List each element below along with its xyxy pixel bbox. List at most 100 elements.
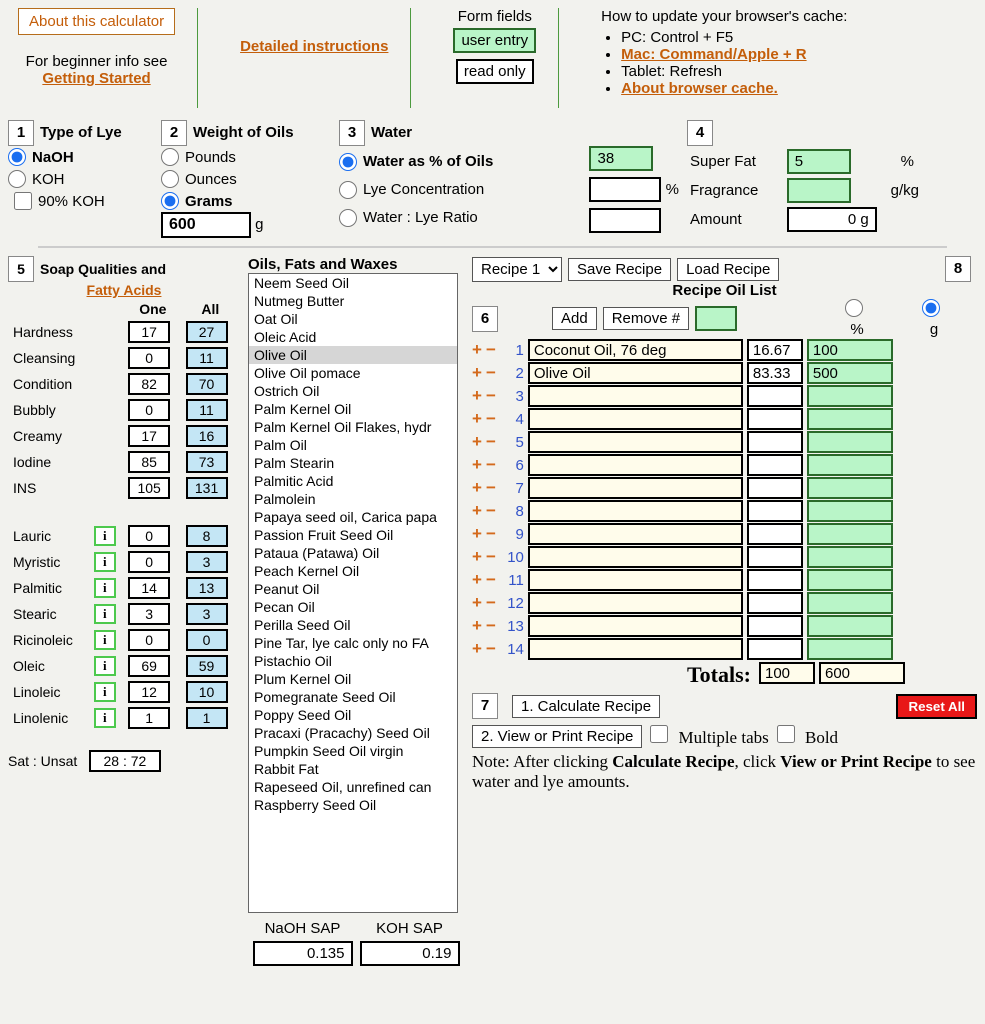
oil-option[interactable]: Peach Kernel Oil (249, 562, 457, 580)
recipe-grams-input[interactable] (807, 546, 893, 568)
fragrance-input[interactable] (787, 178, 851, 203)
water-pct-radio[interactable] (339, 153, 357, 171)
remove-row-icon[interactable]: − (486, 501, 496, 521)
lye-conc-input[interactable] (589, 177, 661, 202)
add-row-icon[interactable]: + (472, 409, 482, 429)
recipe-grams-input[interactable] (807, 500, 893, 522)
grams-radio[interactable] (161, 192, 179, 210)
detailed-instructions-link[interactable]: Detailed instructions (240, 38, 388, 55)
superfat-input[interactable] (787, 149, 851, 174)
remove-row-icon[interactable]: − (486, 363, 496, 383)
remove-row-icon[interactable]: − (486, 386, 496, 406)
bold-checkbox[interactable] (777, 725, 795, 743)
add-row-icon[interactable]: + (472, 639, 482, 659)
water-lye-ratio-input[interactable] (589, 208, 661, 233)
oil-option[interactable]: Oat Oil (249, 310, 457, 328)
about-calculator-button[interactable]: About this calculator (18, 8, 175, 35)
remove-row-icon[interactable]: − (486, 455, 496, 475)
oil-option[interactable]: Palmolein (249, 490, 457, 508)
remove-row-icon[interactable]: − (486, 524, 496, 544)
oils-weight-input[interactable] (161, 212, 251, 238)
add-row-icon[interactable]: + (472, 524, 482, 544)
recipe-oil-name-input[interactable] (528, 339, 743, 361)
info-icon[interactable]: i (94, 682, 116, 702)
add-row-icon[interactable]: + (472, 432, 482, 452)
remove-row-icon[interactable]: − (486, 478, 496, 498)
info-icon[interactable]: i (94, 578, 116, 598)
info-icon[interactable]: i (94, 526, 116, 546)
recipe-select[interactable]: Recipe 1 (472, 257, 562, 282)
recipe-oil-name-input[interactable] (528, 638, 743, 660)
oil-option[interactable]: Rabbit Fat (249, 760, 457, 778)
recipe-oil-name-input[interactable] (528, 408, 743, 430)
recipe-oil-name-input[interactable] (528, 385, 743, 407)
info-icon[interactable]: i (94, 604, 116, 624)
remove-row-icon[interactable]: − (486, 570, 496, 590)
recipe-pct-input[interactable] (747, 638, 803, 660)
remove-oil-button[interactable]: Remove # (603, 307, 689, 330)
calculate-recipe-button[interactable]: 1. Calculate Recipe (512, 695, 660, 718)
oil-option[interactable]: Palmitic Acid (249, 472, 457, 490)
oil-option[interactable]: Palm Kernel Oil Flakes, hydr (249, 418, 457, 436)
recipe-pct-input[interactable] (747, 615, 803, 637)
oils-listbox[interactable]: Neem Seed OilNutmeg ButterOat OilOleic A… (248, 273, 458, 913)
multiple-tabs-checkbox[interactable] (650, 725, 668, 743)
view-print-recipe-button[interactable]: 2. View or Print Recipe (472, 725, 642, 748)
recipe-grams-input[interactable] (807, 615, 893, 637)
recipe-oil-name-input[interactable] (528, 500, 743, 522)
recipe-grams-input[interactable] (807, 431, 893, 453)
recipe-oil-name-input[interactable] (528, 592, 743, 614)
fatty-acids-link[interactable]: Fatty Acids (87, 282, 162, 298)
info-icon[interactable]: i (94, 656, 116, 676)
save-recipe-button[interactable]: Save Recipe (568, 258, 671, 281)
remove-row-icon[interactable]: − (486, 340, 496, 360)
oil-option[interactable]: Pracaxi (Pracachy) Seed Oil (249, 724, 457, 742)
oil-option[interactable]: Olive Oil pomace (249, 364, 457, 382)
recipe-oil-name-input[interactable] (528, 454, 743, 476)
info-icon[interactable]: i (94, 708, 116, 728)
recipe-grams-input[interactable] (807, 408, 893, 430)
water-lye-ratio-radio[interactable] (339, 209, 357, 227)
oil-option[interactable]: Neem Seed Oil (249, 274, 457, 292)
recipe-grams-input[interactable] (807, 362, 893, 384)
oil-option[interactable]: Rapeseed Oil, unrefined can (249, 778, 457, 796)
info-icon[interactable]: i (94, 552, 116, 572)
recipe-pct-input[interactable] (747, 385, 803, 407)
oil-option[interactable]: Passion Fruit Seed Oil (249, 526, 457, 544)
oil-option[interactable]: Pine Tar, lye calc only no FA (249, 634, 457, 652)
reset-all-button[interactable]: Reset All (896, 694, 977, 719)
add-row-icon[interactable]: + (472, 340, 482, 360)
oil-option[interactable]: Palm Kernel Oil (249, 400, 457, 418)
recipe-grams-input[interactable] (807, 339, 893, 361)
oil-option[interactable]: Ostrich Oil (249, 382, 457, 400)
add-row-icon[interactable]: + (472, 455, 482, 475)
recipe-oil-name-input[interactable] (528, 477, 743, 499)
oil-option[interactable]: Palm Oil (249, 436, 457, 454)
recipe-pct-input[interactable] (747, 431, 803, 453)
recipe-pct-input[interactable] (747, 569, 803, 591)
oil-option[interactable]: Poppy Seed Oil (249, 706, 457, 724)
about-cache-link[interactable]: About browser cache. (621, 80, 778, 97)
recipe-oil-name-input[interactable] (528, 615, 743, 637)
naoh-radio[interactable] (8, 148, 26, 166)
recipe-grams-input[interactable] (807, 454, 893, 476)
oil-option[interactable]: Plum Kernel Oil (249, 670, 457, 688)
recipe-grams-input[interactable] (807, 523, 893, 545)
oil-option[interactable]: Raspberry Seed Oil (249, 796, 457, 814)
oil-option[interactable]: Olive Oil (249, 346, 457, 364)
oil-option[interactable]: Pumpkin Seed Oil virgin (249, 742, 457, 760)
oil-option[interactable]: Pistachio Oil (249, 652, 457, 670)
add-row-icon[interactable]: + (472, 386, 482, 406)
add-row-icon[interactable]: + (472, 478, 482, 498)
add-row-icon[interactable]: + (472, 570, 482, 590)
recipe-pct-input[interactable] (747, 408, 803, 430)
recipe-oil-name-input[interactable] (528, 569, 743, 591)
oil-option[interactable]: Palm Stearin (249, 454, 457, 472)
recipe-pct-input[interactable] (747, 454, 803, 476)
add-row-icon[interactable]: + (472, 616, 482, 636)
remove-row-icon[interactable]: − (486, 432, 496, 452)
mac-cache-link[interactable]: Mac: Command/Apple + R (621, 46, 806, 63)
remove-row-icon[interactable]: − (486, 547, 496, 567)
recipe-oil-name-input[interactable] (528, 362, 743, 384)
info-icon[interactable]: i (94, 630, 116, 650)
